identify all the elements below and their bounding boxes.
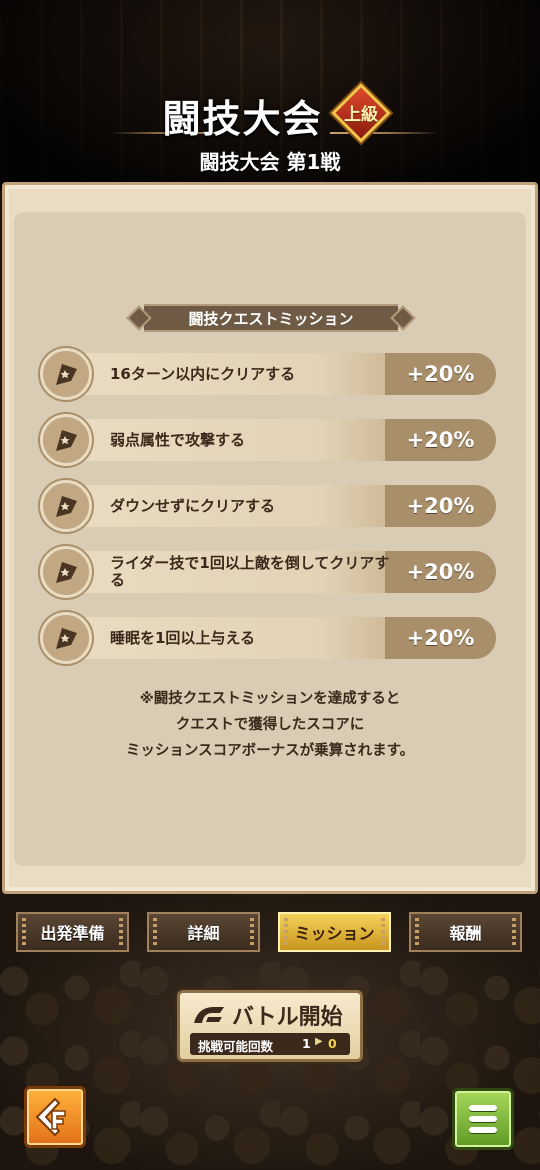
rank-badge: 上級 <box>330 82 392 144</box>
flag-icon <box>40 348 92 400</box>
mission-bonus: +20% <box>406 560 475 584</box>
back-button[interactable] <box>24 1086 86 1148</box>
tries-after: 0 <box>328 1036 337 1051</box>
mission-row: ダウンせずにクリアする +20% <box>40 480 496 532</box>
mission-row: ライダー技で1回以上敵を倒してクリアする +20% <box>40 546 496 598</box>
mission-bonus: +20% <box>406 428 475 452</box>
page-header: 闘技大会 上級 闘技大会 第1戦 <box>0 80 540 180</box>
mission-bonus: +20% <box>406 626 475 650</box>
flag-icon <box>40 480 92 532</box>
flag-icon <box>40 414 92 466</box>
mission-note-line: ミッションスコアボーナスが乗算されます。 <box>125 743 415 759</box>
mission-label: 睡眠を1回以上与える <box>110 628 255 647</box>
section-title-text: 闘技クエストミッション <box>188 310 354 328</box>
tries-label: 挑戦可能回数 <box>198 1039 274 1054</box>
section-title-banner: 闘技クエストミッション <box>126 304 416 332</box>
battle-logo-icon <box>194 1007 224 1023</box>
tries-remaining: 挑戦可能回数 1 ▶ 0 <box>190 1033 350 1055</box>
mission-note: ※闘技クエストミッションを達成すると クエストで獲得したスコアに ミッションスコ… <box>40 686 500 764</box>
mission-row: 16ターン以内にクリアする +20% <box>40 348 496 400</box>
mission-note-line: ※闘技クエストミッションを達成すると <box>139 691 401 707</box>
page-title: 闘技大会 <box>162 96 323 141</box>
tab-preparation[interactable]: 出発準備 <box>16 912 129 952</box>
mission-note-line: クエストで獲得したスコアに <box>175 717 365 733</box>
mission-row: 睡眠を1回以上与える +20% <box>40 612 496 664</box>
flag-icon <box>40 612 92 664</box>
tab-details[interactable]: 詳細 <box>147 912 260 952</box>
mission-label: ライダー技で1回以上敵を倒してクリアする <box>110 554 390 589</box>
tab-rewards[interactable]: 報酬 <box>409 912 522 952</box>
menu-line <box>469 1105 497 1111</box>
mission-label: 弱点属性で攻撃する <box>110 430 246 449</box>
mission-bonus: +20% <box>406 494 475 518</box>
tries-current: 1 <box>302 1036 311 1051</box>
flag-icon <box>40 546 92 598</box>
menu-line <box>469 1116 497 1122</box>
back-arrow-icon <box>35 1097 66 1137</box>
battle-start-button[interactable]: バトル開始 挑戦可能回数 1 ▶ 0 <box>177 990 363 1062</box>
menu-line <box>469 1127 497 1133</box>
mission-label: ダウンせずにクリアする <box>110 496 276 515</box>
tries-arrow-icon: ▶ <box>315 1036 323 1047</box>
tab-mission[interactable]: ミッション <box>278 912 391 952</box>
rank-badge-label: 上級 <box>344 105 378 125</box>
mission-label: 16ターン以内にクリアする <box>110 364 296 383</box>
battle-start-label: バトル開始 <box>232 1005 343 1030</box>
mission-row: 弱点属性で攻撃する +20% <box>40 414 496 466</box>
mission-bonus: +20% <box>406 362 475 386</box>
tab-bar: 出発準備 詳細 ミッション 報酬 <box>16 912 524 954</box>
page-subtitle: 闘技大会 第1戦 <box>199 150 341 174</box>
menu-button[interactable] <box>452 1088 514 1150</box>
